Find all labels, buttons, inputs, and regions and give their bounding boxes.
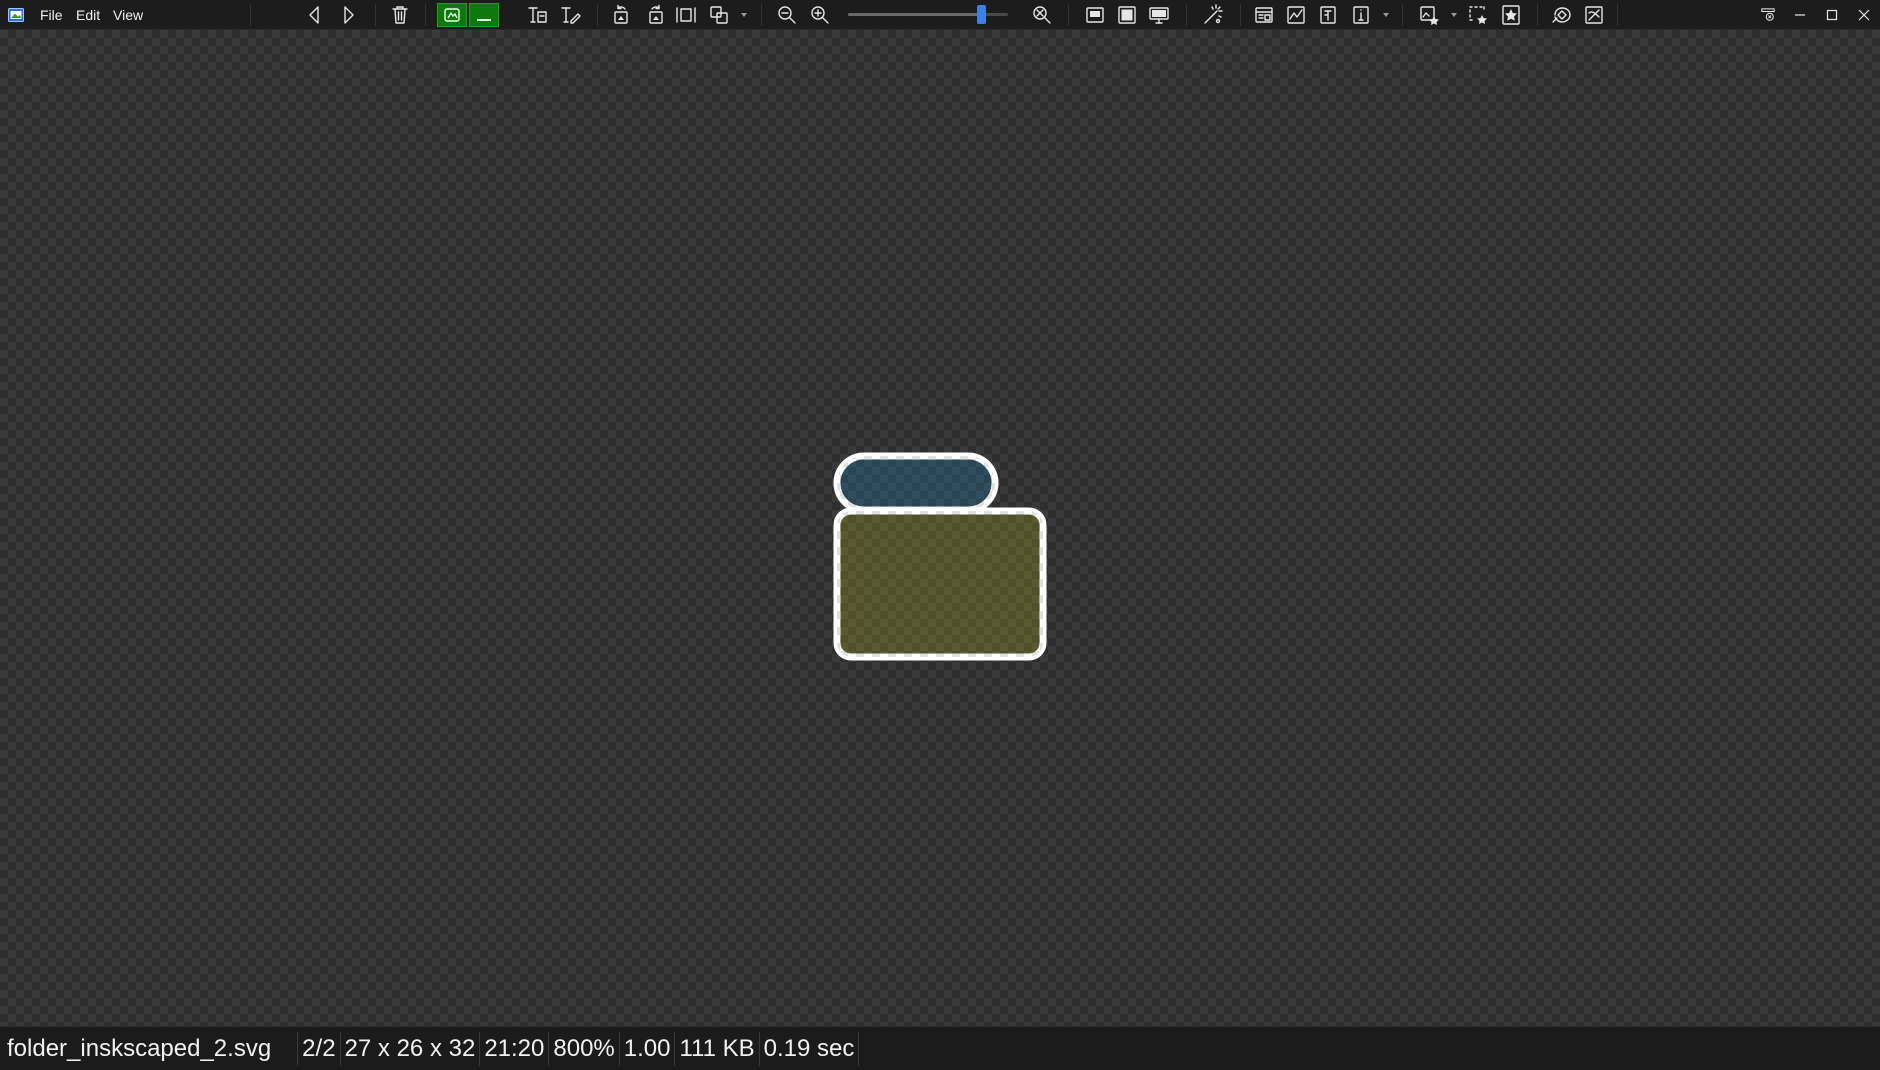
toolbar-separator [1240, 4, 1241, 26]
fullscreen-button[interactable] [1146, 3, 1172, 27]
status-filesize: 111 KB [675, 1031, 760, 1066]
zoom-reset-button[interactable] [1029, 3, 1055, 27]
status-dimensions: 27 x 26 x 32 [341, 1031, 481, 1066]
edit-text-button[interactable] [557, 3, 583, 27]
toolbar-separator [1537, 4, 1538, 26]
toolbar-separator [375, 4, 376, 26]
fit-width-button[interactable] [673, 3, 699, 27]
toolbar-separator [1402, 4, 1403, 26]
toolbar-separator [250, 4, 251, 26]
fit-screen-button[interactable] [1581, 3, 1607, 27]
rotate-left-icon [614, 4, 628, 24]
properties-icon [1353, 6, 1369, 24]
toolbar: File Edit View [0, 0, 1880, 30]
minimize-button[interactable] [1784, 3, 1816, 27]
toolbar-separator [1186, 4, 1187, 26]
properties-button[interactable] [1348, 3, 1374, 27]
window-mode-button[interactable] [1082, 3, 1108, 27]
view-mode-button[interactable] [437, 3, 467, 27]
status-index: 2/2 [298, 1031, 341, 1066]
star-button[interactable] [1498, 3, 1524, 27]
status-filename: folder_inskscaped_2.svg [3, 1031, 299, 1066]
delete-button[interactable] [387, 3, 413, 27]
channel-icon [477, 19, 491, 21]
select-icon [1469, 6, 1487, 24]
zoom-in-button[interactable] [807, 3, 833, 27]
crop-icon [710, 6, 728, 24]
toolbar-separator [597, 4, 598, 26]
delete-icon [392, 6, 408, 24]
tools-button[interactable] [1549, 3, 1575, 27]
status-gamma: 1.00 [620, 1031, 676, 1066]
select-star-button[interactable] [1465, 3, 1491, 27]
maximize-icon [1826, 9, 1838, 21]
toolbar-separator [761, 4, 762, 26]
zoom-in-icon [811, 6, 829, 24]
next-button[interactable] [335, 3, 361, 27]
previous-button[interactable] [302, 3, 328, 27]
folder-image [833, 452, 1047, 661]
window-icon [1086, 7, 1104, 23]
menu-edit[interactable]: Edit [71, 0, 105, 30]
status-time: 21:20 [480, 1031, 550, 1066]
histogram-button[interactable] [1283, 3, 1309, 27]
fullscreen-icon [1149, 7, 1169, 24]
fill-window-icon [1118, 6, 1136, 24]
toolbar-separator [425, 4, 426, 26]
favorites-dropdown-icon[interactable] [1451, 13, 1457, 17]
close-button[interactable] [1848, 3, 1880, 27]
tools-icon [1552, 7, 1571, 23]
edit-text-icon [561, 7, 581, 24]
next-icon [344, 6, 354, 24]
crop-button[interactable] [706, 3, 732, 27]
info-panel-button[interactable] [1251, 3, 1277, 27]
previous-icon [309, 6, 319, 24]
properties-dropdown-icon[interactable] [1383, 13, 1389, 17]
rotate-right-icon [649, 4, 663, 24]
zoom-slider-fill [848, 13, 981, 16]
zoom-out-icon [778, 6, 796, 24]
toolbar-separator [1617, 4, 1618, 26]
histogram-icon [1287, 6, 1305, 24]
fit-screen-icon [1585, 6, 1603, 24]
metadata-button[interactable] [1315, 3, 1341, 27]
favorites-icon [1420, 6, 1439, 25]
rotate-left-button[interactable] [608, 3, 634, 27]
zoom-slider-thumb[interactable] [976, 5, 986, 24]
fill-window-button[interactable] [1114, 3, 1140, 27]
status-bar: folder_inskscaped_2.svg 2/2 27 x 26 x 32… [0, 1026, 1880, 1070]
app-icon [8, 8, 24, 22]
zoom-reset-icon [1033, 6, 1051, 24]
pin-button[interactable] [1752, 3, 1784, 27]
maximize-button[interactable] [1816, 3, 1848, 27]
status-zoom: 800% [549, 1031, 620, 1066]
menu-file[interactable]: File [35, 0, 68, 30]
toolbar-separator [1068, 4, 1069, 26]
minimize-icon [1795, 14, 1805, 16]
info-icon [1255, 7, 1273, 23]
crop-dropdown-icon[interactable] [741, 13, 747, 17]
rename-button[interactable] [524, 3, 550, 27]
rename-icon [528, 7, 547, 23]
metadata-icon [1320, 6, 1336, 24]
close-icon [1858, 9, 1870, 21]
menu-view[interactable]: View [108, 0, 148, 30]
pin-icon [1761, 8, 1775, 21]
status-load-time: 0.19 sec [760, 1031, 860, 1066]
view-mode-icon [444, 8, 460, 22]
image-viewport[interactable] [0, 30, 1880, 1026]
zoom-out-button[interactable] [774, 3, 800, 27]
fit-icon [676, 7, 696, 23]
effects-button[interactable] [1199, 3, 1225, 27]
star-icon [1502, 5, 1520, 25]
rotate-right-button[interactable] [643, 3, 669, 27]
effects-icon [1204, 4, 1223, 24]
favorites-button[interactable] [1416, 3, 1442, 27]
channel-button[interactable] [469, 3, 499, 27]
